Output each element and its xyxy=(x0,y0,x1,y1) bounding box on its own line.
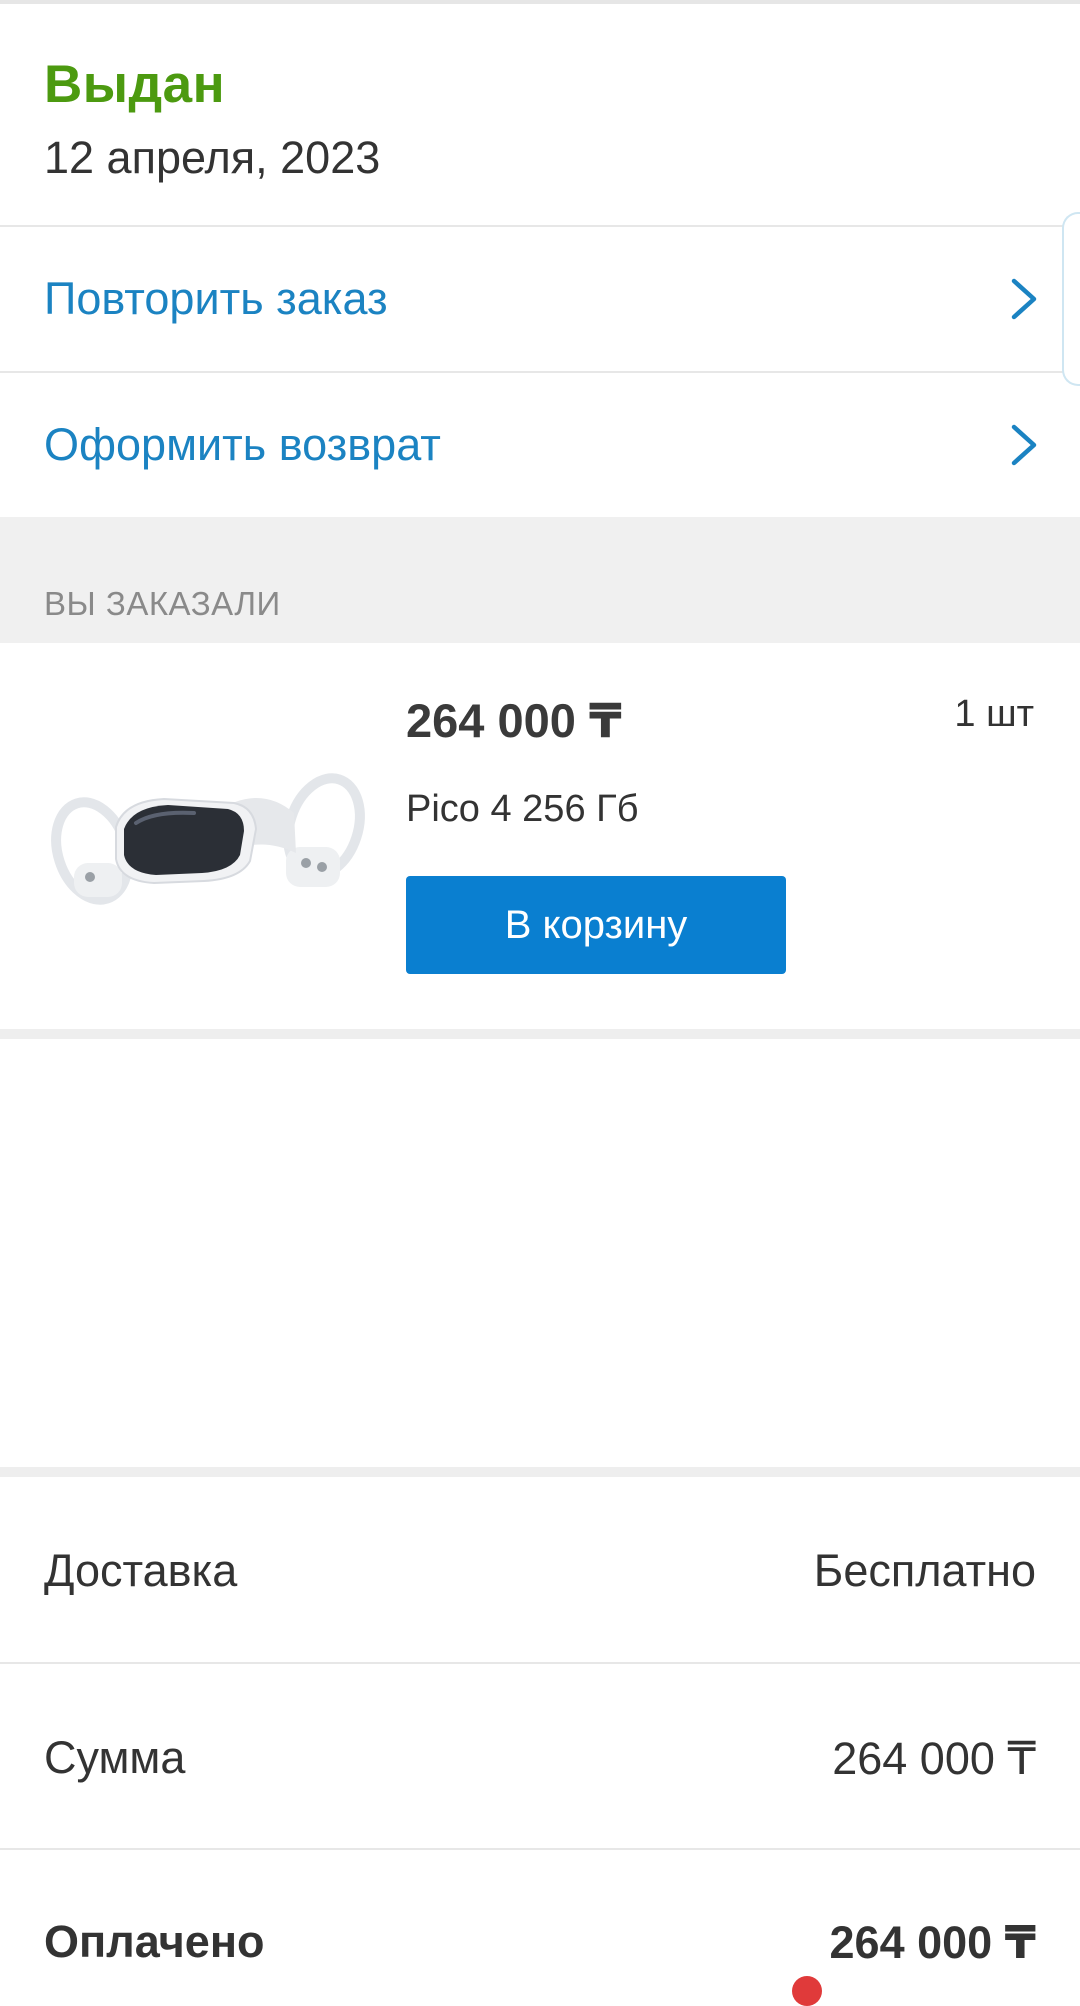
order-date: 12 апреля, 2023 xyxy=(44,132,381,183)
sum-label: Сумма xyxy=(44,1732,186,1783)
sum-value: 264 000 ₸ xyxy=(832,1733,1036,1784)
return-order-label: Оформить возврат xyxy=(44,419,441,470)
blank-area xyxy=(0,1039,1080,1467)
paid-label: Оплачено xyxy=(44,1916,265,1967)
order-status: Выдан xyxy=(44,55,226,114)
paid-row: Оплачено 264 000 ₸ xyxy=(0,1850,1080,1987)
order-status-block: Выдан 12 апреля, 2023 xyxy=(0,4,1080,225)
section-separator xyxy=(0,1029,1080,1039)
repeat-order-row[interactable]: Повторить заказ xyxy=(0,227,1080,371)
return-order-row[interactable]: Оформить возврат xyxy=(0,373,1080,517)
side-tab-handle[interactable] xyxy=(1062,212,1080,386)
product-card: 264 000 ₸ 1 шт Pico 4 256 Гб В корзину xyxy=(0,643,1080,1029)
section-separator xyxy=(0,1467,1080,1477)
notification-dot xyxy=(792,1976,822,2006)
product-name[interactable]: Pico 4 256 Гб xyxy=(406,788,638,831)
repeat-order-label: Повторить заказ xyxy=(44,273,388,324)
section-header-label: ВЫ ЗАКАЗАЛИ xyxy=(44,585,281,622)
product-quantity: 1 шт xyxy=(954,693,1034,735)
paid-value: 264 000 ₸ xyxy=(829,1917,1036,1968)
delivery-label: Доставка xyxy=(44,1545,238,1596)
chevron-right-icon xyxy=(1011,278,1037,320)
chevron-right-icon xyxy=(1011,424,1037,466)
add-to-cart-button[interactable]: В корзину xyxy=(406,876,786,974)
delivery-value: Бесплатно xyxy=(813,1545,1036,1596)
vr-headset-image[interactable] xyxy=(44,743,370,933)
sum-row: Сумма 264 000 ₸ xyxy=(0,1664,1080,1850)
product-price: 264 000 ₸ xyxy=(406,694,622,747)
delivery-row: Доставка Бесплатно xyxy=(0,1477,1080,1663)
ordered-section-header: ВЫ ЗАКАЗАЛИ xyxy=(0,517,1080,643)
